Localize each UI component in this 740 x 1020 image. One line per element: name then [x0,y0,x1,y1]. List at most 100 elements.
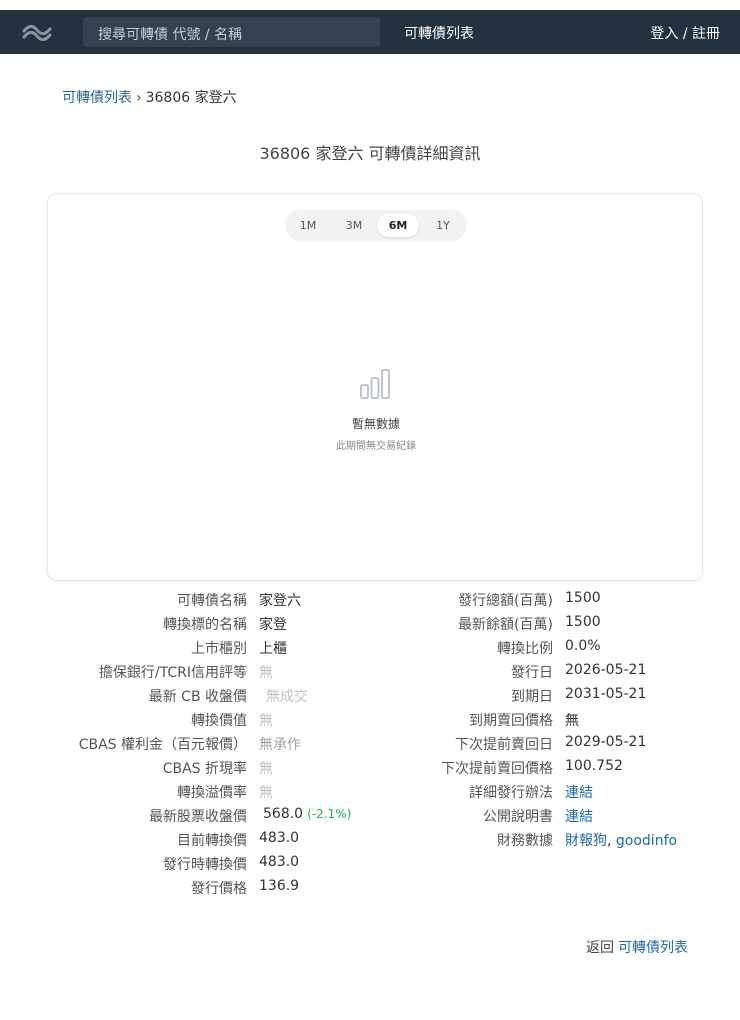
empty-state-subtitle: 此期間無交易紀錄 [336,441,416,452]
search-placeholder: 搜尋可轉債 代號 / 名稱 [98,27,243,43]
statementdog-link[interactable]: 財報狗 [565,833,607,849]
breadcrumb: 可轉債列表 › 36806 家登六 [62,87,237,107]
detail-label: 財務數據 [497,833,553,849]
detail-value: 483.0 [259,830,300,846]
page-title: 36806 家登六 可轉債詳細資訊 [259,144,481,163]
detail-label: 公開說明書 [483,809,553,825]
detail-row: 下次提前賣回價格 [370,758,553,782]
detail-label: 詳細發行辦法 [469,785,553,801]
detail-row: 詳細發行辦法 [370,782,553,806]
detail-label: 轉換價值 [191,713,247,729]
back-to-list: 返回 可轉債列表 [586,937,688,957]
detail-label: 最新 CB 收盤價 [148,689,247,705]
detail-label: 到期賣回價格 [469,713,553,729]
detail-value: 無承作 [259,737,301,753]
breadcrumb-root-link[interactable]: 可轉債列表 [62,90,132,106]
detail-value: 483.0 [259,854,300,870]
breadcrumb-current: 36806 家登六 [145,90,237,106]
detail-row: 上市櫃別 [0,638,247,662]
search-input[interactable]: 搜尋可轉債 代號 / 名稱 [83,17,380,47]
detail-label: 下次提前賣回價格 [441,761,553,777]
range-button-1y[interactable]: 1Y [422,214,464,237]
detail-row: 發行日 [370,662,553,686]
range-button-6m[interactable]: 6M [377,214,419,237]
goodinfo-link[interactable]: goodinfo [616,833,677,849]
detail-value: 2026-05-21 [565,662,647,678]
detail-label: 上市櫃別 [191,641,247,657]
detail-label: 發行時轉換價 [163,857,247,873]
detail-value: 無 [259,761,273,777]
detail-value: 2029-05-21 [565,734,647,750]
detail-row: 到期日 [370,686,553,710]
detail-label: 轉換比例 [497,641,553,657]
detail-row: 財務數據 [370,830,553,854]
detail-row: 發行總額(百萬) [370,590,553,614]
detail-value: 2031-05-21 [565,686,647,702]
detail-label: 轉換溢價率 [177,785,247,801]
issuance-rules-link[interactable]: 連結 [565,785,593,801]
detail-value: 家登 [259,617,287,633]
detail-row: 最新 CB 收盤價 [0,686,247,710]
detail-value: 1500 [565,590,601,606]
top-navbar: 搜尋可轉債 代號 / 名稱 可轉債列表 登入 / 註冊 [0,10,740,54]
range-selector: 1M 3M 6M 1Y [285,210,467,241]
detail-label: 到期日 [511,689,553,705]
detail-row: 擔保銀行/TCRI信用評等 [0,662,247,686]
detail-row: 發行價格 [0,878,247,902]
logo-icon[interactable] [22,22,52,42]
detail-value: 家登六 [259,593,301,609]
detail-label: CBAS 折現率 [162,761,247,777]
detail-label: 可轉債名稱 [177,593,247,609]
detail-label: CBAS 權利金（百元報價） [78,737,247,753]
detail-row: 到期賣回價格 [370,710,553,734]
detail-label: 發行總額(百萬) [458,593,553,609]
prospectus-link[interactable]: 連結 [565,809,593,825]
detail-value: 無 [259,785,273,801]
back-to-list-link[interactable]: 可轉債列表 [618,940,688,956]
stock-price-change: (-2.1%) [307,807,352,821]
detail-row: 發行時轉換價 [0,854,247,878]
login-register-link[interactable]: 登入 / 註冊 [650,23,720,43]
detail-row: CBAS 權利金（百元報價） [0,734,247,758]
bar-chart-icon [360,369,390,399]
nav-link-bond-list[interactable]: 可轉債列表 [404,23,474,43]
detail-label: 轉換標的名稱 [163,617,247,633]
range-button-3m[interactable]: 3M [333,214,375,237]
detail-row: 轉換比例 [370,638,553,662]
detail-value: 568.0 (-2.1%) [263,806,351,822]
detail-value: 財報狗, goodinfo [565,830,677,850]
detail-row: 最新股票收盤價 [0,806,247,830]
detail-value: 無 [259,665,273,681]
detail-value: 連結 [565,782,593,802]
detail-label: 最新股票收盤價 [149,809,247,825]
detail-value: 無成交 [266,689,308,705]
price-chart-card: 1M 3M 6M 1Y 暫無數據 此期間無交易紀錄 [47,193,703,581]
detail-row: 下次提前賣回日 [370,734,553,758]
detail-value: 0.0% [565,638,601,654]
detail-row: 轉換價值 [0,710,247,734]
back-label: 返回 [586,940,614,956]
detail-value: 100.752 [565,758,623,774]
detail-row: 公開說明書 [370,806,553,830]
detail-row: 可轉債名稱 [0,590,247,614]
range-button-1m[interactable]: 1M [287,214,329,237]
stock-close-price: 568.0 [263,806,304,822]
breadcrumb-separator: › [136,90,142,106]
detail-row: CBAS 折現率 [0,758,247,782]
detail-value: 連結 [565,806,593,826]
detail-label: 最新餘額(百萬) [458,617,553,633]
detail-value: 無 [259,713,273,729]
detail-label: 發行價格 [191,881,247,897]
detail-label: 目前轉換價 [177,833,247,849]
detail-row: 轉換溢價率 [0,782,247,806]
detail-value: 上櫃 [259,641,287,657]
detail-row: 轉換標的名稱 [0,614,247,638]
detail-label: 發行日 [511,665,553,681]
link-separator: , [607,833,616,849]
empty-state-title: 暫無數據 [351,417,400,431]
detail-value: 無 [565,713,579,729]
detail-value: 136.9 [259,878,300,894]
detail-row: 最新餘額(百萬) [370,614,553,638]
detail-value: 1500 [565,614,601,630]
detail-row: 目前轉換價 [0,830,247,854]
